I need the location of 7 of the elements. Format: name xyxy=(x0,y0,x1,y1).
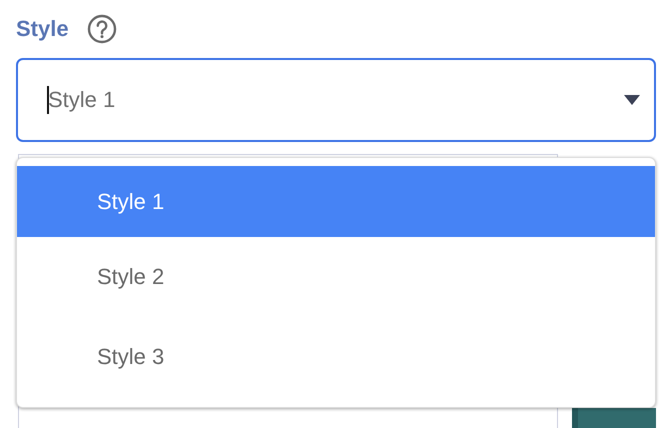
dropdown-option[interactable]: Style 2 xyxy=(17,237,655,317)
help-icon[interactable] xyxy=(86,14,117,44)
select-field[interactable]: Style 1 xyxy=(16,58,656,142)
caret-icon xyxy=(624,95,640,105)
dropdown-option[interactable]: Style 3 xyxy=(17,317,655,397)
field-label: Style xyxy=(16,16,69,42)
dropdown-option[interactable]: Style 1 xyxy=(17,166,655,237)
